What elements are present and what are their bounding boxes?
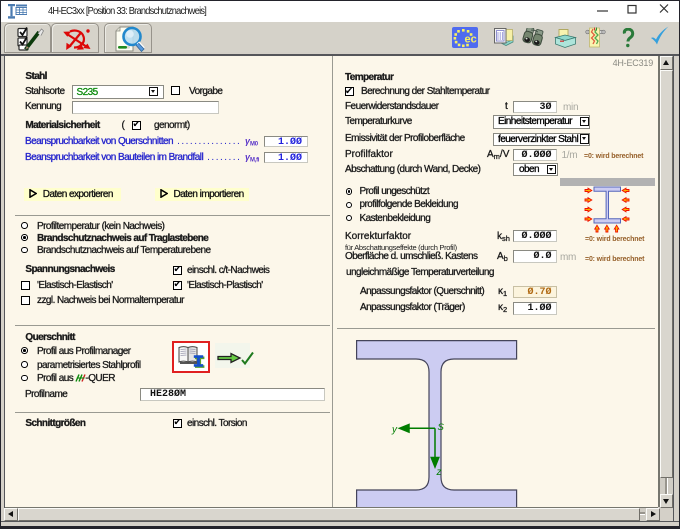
svg-text:S: S bbox=[438, 422, 445, 433]
svg-text:z: z bbox=[436, 467, 442, 478]
svg-text:y: y bbox=[391, 424, 398, 435]
svg-text:ec: ec bbox=[465, 34, 477, 46]
